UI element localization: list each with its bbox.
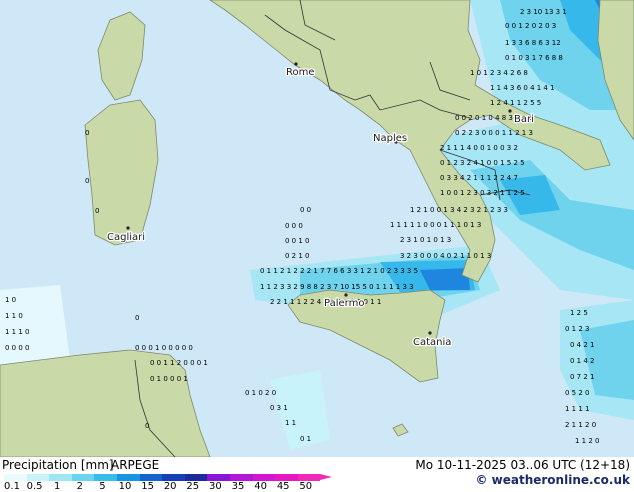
- map-footer: Precipitation [mm] ARPEGE Mo 10-11-2025 …: [0, 457, 634, 492]
- legend-swatch: [71, 474, 95, 481]
- legend-swatch: [26, 474, 50, 481]
- svg-text:0: 0: [85, 177, 89, 185]
- svg-text:0 1 2 3: 0 1 2 3: [565, 325, 590, 333]
- svg-text:0 4 2 1: 0 4 2 1: [570, 341, 595, 349]
- legend-tick-label: 2: [76, 481, 83, 492]
- svg-text:1 0 1 2 3 4 2 6 8: 1 0 1 2 3 4 2 6 8: [470, 69, 528, 77]
- legend-swatch: [49, 474, 72, 481]
- legend-tick-label: 15: [141, 481, 154, 492]
- svg-text:0 7 2 1: 0 7 2 1: [570, 373, 595, 381]
- legend-arrow: [320, 474, 333, 480]
- legend-swatch: [4, 474, 27, 481]
- svg-text:1 1: 1 1: [285, 419, 296, 427]
- svg-text:1 1 1 1: 1 1 1 1: [565, 405, 590, 413]
- svg-text:0 0 0: 0 0 0: [285, 222, 303, 230]
- legend-tick-label: 30: [209, 481, 222, 492]
- svg-text:1 0: 1 0: [5, 296, 16, 304]
- city-label-palermo: Palermo: [324, 298, 364, 309]
- legend-swatch: [94, 474, 117, 481]
- svg-text:1 1 4 3 6 0 4 1 4 1: 1 1 4 3 6 0 4 1 4 1: [490, 84, 555, 92]
- city-label-rome: Rome: [286, 67, 315, 78]
- bari-marker: [508, 109, 512, 113]
- svg-text:0 1: 0 1: [300, 435, 311, 443]
- svg-text:1 2 5: 1 2 5: [570, 309, 588, 317]
- svg-text:1 1 1 1 1 0 0 0 1 1 1 0 1 3: 1 1 1 1 1 0 0 0 1 1 1 0 1 3: [390, 221, 481, 229]
- svg-text:0 1 0 2 0: 0 1 0 2 0: [245, 389, 276, 397]
- svg-text:3 2 3 0 0 0 4 0 2 1 1 0 1 3: 3 2 3 0 0 0 4 0 2 1 1 0 1 3: [400, 252, 491, 260]
- model-name: ARPEGE: [111, 458, 160, 472]
- svg-text:0 0 1 2 0 2 0 3: 0 0 1 2 0 2 0 3: [505, 22, 556, 30]
- legend-swatch: [252, 474, 276, 481]
- watermark[interactable]: © weatheronline.co.uk: [475, 473, 630, 487]
- svg-text:1 0 0 1 2 3 0 3 2 1 1 2 5: 1 0 0 1 2 3 0 3 2 1 1 2 5: [440, 189, 525, 197]
- valid-time: Mo 10-11-2025 03..06 UTC (12+18): [415, 458, 630, 472]
- legend-swatch: [230, 474, 253, 481]
- city-label-naples: Naples: [373, 133, 407, 144]
- legend-swatch: [117, 474, 140, 481]
- legend-tick-label: 0.1: [4, 481, 20, 492]
- legend-tick-label: 25: [186, 481, 200, 492]
- legend-swatch: [207, 474, 230, 481]
- legend-tick-label: 35: [231, 481, 245, 492]
- svg-text:2 3 10 13 3 1: 2 3 10 13 3 1: [520, 8, 567, 16]
- svg-text:0: 0: [135, 314, 139, 322]
- legend-tick-label: 10: [118, 481, 132, 492]
- legend-swatch: [139, 474, 163, 481]
- legend-tick-label: 40: [254, 481, 267, 492]
- legend-tick-label: 45: [276, 481, 290, 492]
- legend-title: Precipitation [mm]: [2, 458, 114, 472]
- svg-text:0 0 1 1 2 0 0 0 1: 0 0 1 1 2 0 0 0 1: [150, 359, 208, 367]
- svg-text:0 1 0 0 0 1: 0 1 0 0 0 1: [150, 375, 188, 383]
- svg-text:0: 0: [145, 422, 149, 430]
- svg-text:1 2 4 1 1 2 5 5: 1 2 4 1 1 2 5 5: [490, 99, 541, 107]
- legend-tick-label: 5: [99, 481, 106, 492]
- svg-text:0 0 0 1 0 0 0 0 0: 0 0 0 1 0 0 0 0 0: [135, 344, 193, 352]
- legend-swatch: [297, 474, 321, 481]
- cagliari-marker: [126, 226, 130, 230]
- catania-marker: [428, 331, 432, 335]
- svg-text:1 1 0: 1 1 0: [5, 312, 23, 320]
- svg-text:0: 0: [95, 207, 99, 215]
- svg-text:0 5 2 0: 0 5 2 0: [565, 389, 590, 397]
- svg-text:0 1 4 2: 0 1 4 2: [570, 357, 595, 365]
- legend-tick-label: 20: [163, 481, 177, 492]
- svg-text:0 2 2 3 0 0 0 1 1 2 1 3: 0 2 2 3 0 0 0 1 1 2 1 3: [455, 129, 533, 137]
- rome-marker: [294, 62, 298, 66]
- svg-text:0: 0: [85, 129, 89, 137]
- svg-text:0 3 3 4 2 1 1 1 2 2 4 7: 0 3 3 4 2 1 1 1 2 2 4 7: [440, 174, 518, 182]
- svg-text:1 1 2 0: 1 1 2 0: [575, 437, 600, 445]
- svg-text:0 3 1: 0 3 1: [270, 404, 288, 412]
- svg-text:0 0 0 0: 0 0 0 0: [5, 344, 30, 352]
- svg-text:0 1 1 2 1 2 2 2 1 7 7 6 6 3 3: 0 1 1 2 1 2 2 2 1 7 7 6 6 3 3 1 2 1 0 2 …: [260, 267, 418, 275]
- svg-text:1 1 2 3 3 2 9 8 8 2 3 7 10 15: 1 1 2 3 3 2 9 8 8 2 3 7 10 15 5 0 1 1 1 …: [260, 283, 414, 291]
- legend-swatch: [275, 474, 298, 481]
- legend-tick-label: 1: [54, 481, 61, 492]
- palermo-marker: [344, 293, 348, 297]
- svg-text:0 1 0 3 1 7 6 8 8: 0 1 0 3 1 7 6 8 8: [505, 54, 563, 62]
- legend-swatch: [162, 474, 185, 481]
- svg-text:2 1 1 2 0: 2 1 1 2 0: [565, 421, 596, 429]
- svg-text:0 0 1 0: 0 0 1 0: [285, 237, 310, 245]
- city-label-cagliari: Cagliari: [107, 232, 145, 243]
- svg-text:1 3 3 6 8 6 3 12: 1 3 3 6 8 6 3 12: [505, 39, 561, 47]
- legend-tick-label: 50: [299, 481, 313, 492]
- svg-text:0 2 1 0: 0 2 1 0: [285, 252, 310, 260]
- svg-text:2 1 1 1 4 0 0 1 0 0 3 2: 2 1 1 1 4 0 0 1 0 0 3 2: [440, 144, 518, 152]
- city-label-catania: Catania: [413, 337, 451, 348]
- legend-swatch: [184, 474, 208, 481]
- svg-text:0 1 2 3 2 4 1 0 0 1 5 2 5: 0 1 2 3 2 4 1 0 0 1 5 2 5: [440, 159, 525, 167]
- precipitation-map[interactable]: 2 3 10 13 3 1 0 0 1 2 0 2 0 3 1 3 3 6 8 …: [0, 0, 634, 457]
- svg-text:2 3 1 0 1 0 1 3: 2 3 1 0 1 0 1 3: [400, 236, 451, 244]
- legend-tick-label: 0.5: [26, 481, 43, 492]
- city-label-bari: Bari: [514, 114, 534, 125]
- svg-text:0 0: 0 0: [300, 206, 311, 214]
- svg-text:1 2 1 0 0 1 3 4 2 3 2 1 2 3 3: 1 2 1 0 0 1 3 4 2 3 2 1 2 3 3: [410, 206, 508, 214]
- svg-text:1 1 1 0: 1 1 1 0: [5, 328, 30, 336]
